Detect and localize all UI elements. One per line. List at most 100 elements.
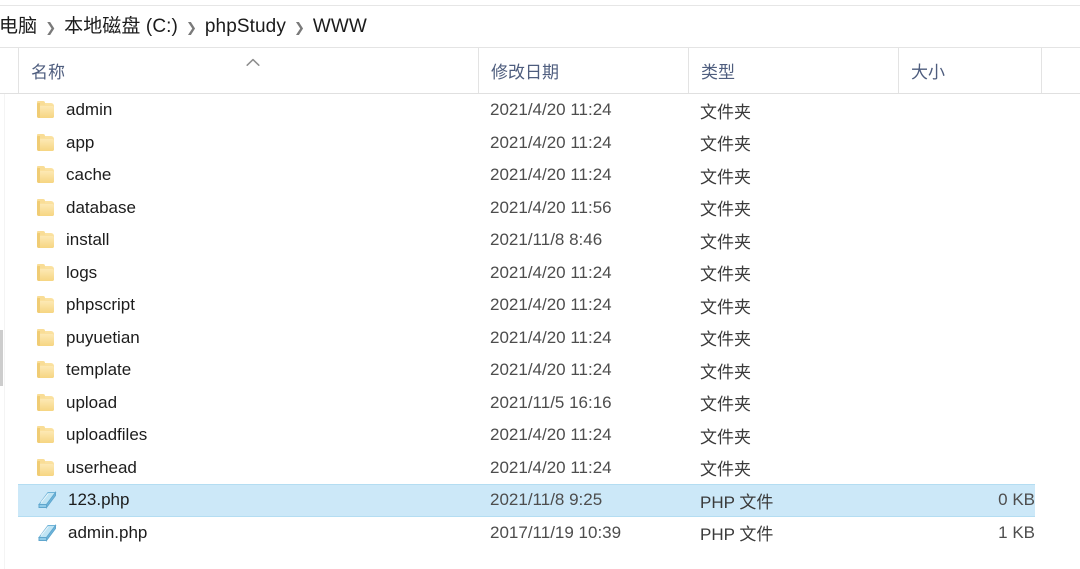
breadcrumb-item-1[interactable]: 电脑 xyxy=(0,15,42,38)
file-name-label: 123.php xyxy=(68,490,130,510)
file-name-cell[interactable]: app xyxy=(36,127,94,160)
file-date-modified-cell: 2021/11/8 9:25 xyxy=(490,490,603,510)
file-name-cell[interactable]: admin xyxy=(36,94,112,127)
breadcrumb-item-2[interactable]: 本地磁盘 (C:) xyxy=(59,15,183,38)
file-name-label: template xyxy=(66,360,132,380)
file-name-cell[interactable]: puyuetian xyxy=(36,322,140,355)
file-list-row[interactable]: 123.php 2021/11/8 9:25 PHP 文件 0 KB xyxy=(0,484,1080,517)
file-type-cell: 文件夹 xyxy=(700,297,751,317)
breadcrumb-separator-icon: ❯ xyxy=(293,20,305,35)
file-name-label: admin xyxy=(66,100,113,120)
file-size-cell xyxy=(910,322,1035,355)
column-header-name[interactable]: 名称 xyxy=(18,48,478,93)
folder-icon xyxy=(36,101,56,119)
file-date-modified-cell: 2021/4/20 11:56 xyxy=(490,197,612,217)
file-date-modified-cell: 2021/4/20 11:24 xyxy=(490,425,612,445)
file-list-row[interactable]: cache 2021/4/20 11:24 文件夹 xyxy=(0,159,1080,192)
file-date-modified-cell: 2021/11/5 16:16 xyxy=(490,392,612,412)
file-name-cell[interactable]: template xyxy=(36,354,131,387)
file-type-cell: 文件夹 xyxy=(700,265,751,285)
file-size-cell xyxy=(910,159,1035,192)
file-list-row[interactable]: userhead 2021/4/20 11:24 文件夹 xyxy=(0,452,1080,485)
column-header-date-modified[interactable]: 修改日期 xyxy=(478,48,688,93)
folder-icon xyxy=(36,393,56,412)
php-file-icon xyxy=(36,490,58,510)
file-list-row[interactable]: app 2021/4/20 11:24 文件夹 xyxy=(0,127,1080,160)
column-header-type[interactable]: 类型 xyxy=(688,48,898,93)
file-type-cell: 文件夹 xyxy=(700,427,751,447)
file-list-row[interactable]: phpscript 2021/4/20 11:24 文件夹 xyxy=(0,289,1080,322)
folder-icon xyxy=(36,361,56,379)
file-size-cell: 1 KB xyxy=(998,522,1035,542)
file-date-modified-cell: 2021/4/20 11:24 xyxy=(490,327,612,347)
breadcrumb-separator-icon: ❯ xyxy=(45,20,57,35)
file-name-label: puyuetian xyxy=(66,327,140,347)
file-type-cell: 文件夹 xyxy=(700,330,751,350)
file-list-row[interactable]: upload 2021/11/5 16:16 文件夹 xyxy=(0,387,1080,420)
breadcrumb-item-4[interactable]: WWW xyxy=(308,15,372,38)
file-date-modified-cell: 2021/4/20 11:24 xyxy=(490,100,612,120)
file-name-cell[interactable]: admin.php xyxy=(36,517,147,550)
file-name-cell[interactable]: phpscript xyxy=(36,289,135,322)
file-date-modified-cell: 2021/4/20 11:24 xyxy=(490,132,612,152)
file-size-cell xyxy=(910,127,1035,160)
file-list-row[interactable]: uploadfiles 2021/4/20 11:24 文件夹 xyxy=(0,419,1080,452)
address-bar[interactable]: 电脑 ❯ 本地磁盘 (C:) ❯ phpStudy ❯ WWW xyxy=(0,6,1080,48)
file-list-row[interactable]: template 2021/4/20 11:24 文件夹 xyxy=(0,354,1080,387)
file-size-cell xyxy=(910,354,1035,387)
file-size-cell xyxy=(910,452,1035,485)
file-list-row[interactable]: install 2021/11/8 8:46 文件夹 xyxy=(0,224,1080,257)
file-name-cell[interactable]: install xyxy=(36,224,109,257)
file-type-cell: PHP 文件 xyxy=(700,525,774,545)
file-list-row[interactable]: logs 2021/4/20 11:24 文件夹 xyxy=(0,257,1080,290)
file-date-modified-cell: 2021/4/20 11:24 xyxy=(490,295,612,315)
file-name-cell[interactable]: cache xyxy=(36,159,111,192)
folder-icon xyxy=(36,198,56,217)
breadcrumb-separator-icon: ❯ xyxy=(185,20,197,35)
file-type-cell: 文件夹 xyxy=(700,232,751,252)
file-date-modified-cell: 2021/4/20 11:24 xyxy=(490,360,612,380)
file-name-cell[interactable]: uploadfiles xyxy=(36,419,147,452)
breadcrumb-item-3[interactable]: phpStudy xyxy=(200,15,291,38)
file-size-cell xyxy=(910,94,1035,127)
file-name-cell[interactable]: userhead xyxy=(36,452,137,485)
folder-icon xyxy=(36,328,56,347)
column-header-name-label: 名称 xyxy=(31,63,65,82)
file-list-row[interactable]: database 2021/4/20 11:56 文件夹 xyxy=(0,192,1080,225)
file-type-cell: 文件夹 xyxy=(700,135,751,155)
file-size-cell xyxy=(910,419,1035,452)
file-list-row[interactable]: puyuetian 2021/4/20 11:24 文件夹 xyxy=(0,322,1080,355)
file-type-cell: 文件夹 xyxy=(700,395,751,415)
column-header-row: 名称 修改日期 类型 大小 xyxy=(0,48,1080,94)
file-name-cell[interactable]: database xyxy=(36,192,136,225)
column-header-date-modified-label: 修改日期 xyxy=(491,63,559,82)
folder-icon xyxy=(36,166,56,184)
file-name-label: admin.php xyxy=(68,522,148,542)
file-date-modified-cell: 2021/4/20 11:24 xyxy=(490,262,612,282)
folder-icon xyxy=(36,133,56,152)
php-file-icon xyxy=(36,523,58,543)
folder-icon xyxy=(36,263,56,282)
file-size-cell xyxy=(910,257,1035,290)
file-size-cell xyxy=(910,387,1035,420)
file-list-row[interactable]: admin 2021/4/20 11:24 文件夹 xyxy=(0,94,1080,127)
file-type-cell: 文件夹 xyxy=(700,362,751,382)
column-header-type-label: 类型 xyxy=(701,63,735,82)
file-name-cell[interactable]: logs xyxy=(36,257,97,290)
file-list-row[interactable]: admin.php 2017/11/19 10:39 PHP 文件 1 KB xyxy=(0,517,1080,550)
file-name-label: uploadfiles xyxy=(66,425,148,445)
file-list[interactable]: admin 2021/4/20 11:24 文件夹 app 2021/4/20 11:2… xyxy=(0,94,1080,569)
column-header-size[interactable]: 大小 xyxy=(898,48,1041,93)
file-date-modified-cell: 2017/11/19 10:39 xyxy=(490,522,622,542)
column-header-end-divider[interactable] xyxy=(1041,48,1042,93)
file-type-cell: 文件夹 xyxy=(700,460,751,480)
file-name-cell[interactable]: upload xyxy=(36,387,117,420)
folder-icon xyxy=(36,458,56,477)
file-name-cell[interactable]: 123.php xyxy=(36,484,129,517)
file-name-label: app xyxy=(66,132,95,152)
folder-icon xyxy=(36,426,56,444)
file-name-label: upload xyxy=(66,392,118,412)
file-date-modified-cell: 2021/11/8 8:46 xyxy=(490,230,603,250)
file-name-label: userhead xyxy=(66,457,137,477)
breadcrumb[interactable]: 电脑 ❯ 本地磁盘 (C:) ❯ phpStudy ❯ WWW xyxy=(0,15,372,38)
